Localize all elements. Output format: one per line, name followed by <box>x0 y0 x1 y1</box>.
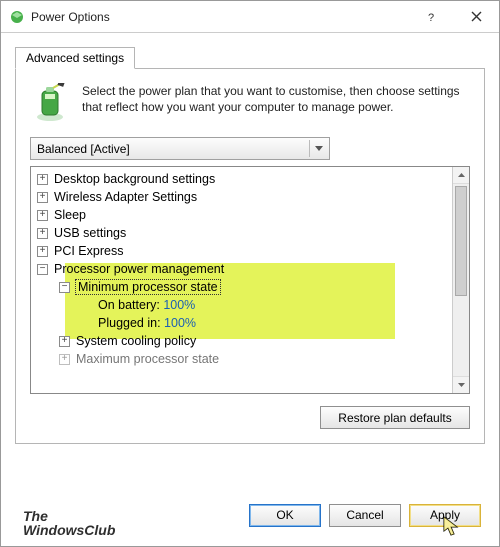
tree-value-plugged-in[interactable]: Plugged in: 100% <box>37 314 469 332</box>
tree-item-system-cooling[interactable]: + System cooling policy <box>37 332 469 350</box>
tree-label: USB settings <box>54 226 126 240</box>
window-title: Power Options <box>31 10 409 24</box>
expand-icon[interactable]: + <box>37 192 48 203</box>
intro-row: Select the power plan that you want to c… <box>30 83 470 123</box>
help-button[interactable]: ? <box>409 1 454 33</box>
restore-defaults-button[interactable]: Restore plan defaults <box>320 406 470 429</box>
spacer <box>81 318 92 329</box>
button-label: OK <box>276 508 293 522</box>
tree-item-wireless-adapter[interactable]: + Wireless Adapter Settings <box>37 188 469 206</box>
plan-select[interactable]: Balanced [Active] <box>30 137 330 160</box>
tree-label: Processor power management <box>54 262 224 276</box>
expand-icon[interactable]: + <box>37 246 48 257</box>
spacer <box>81 300 92 311</box>
value-label: On battery: <box>98 298 160 312</box>
value-label: Plugged in: <box>98 316 161 330</box>
tree-item-sleep[interactable]: + Sleep <box>37 206 469 224</box>
tree-item-pci-express[interactable]: + PCI Express <box>37 242 469 260</box>
tab-strip: Advanced settings <box>15 43 485 69</box>
value-on-battery[interactable]: 100% <box>163 298 195 312</box>
brand-line2: WindowsClub <box>23 523 115 538</box>
tree-item-min-processor-state[interactable]: − Minimum processor state <box>37 278 469 296</box>
expand-icon[interactable]: + <box>37 228 48 239</box>
chevron-down-icon <box>309 140 327 157</box>
tab-advanced-settings[interactable]: Advanced settings <box>15 47 135 69</box>
app-icon <box>9 9 25 25</box>
tree-label: System cooling policy <box>76 334 196 348</box>
tree-label: Sleep <box>54 208 86 222</box>
tree-label-selected: Minimum processor state <box>76 280 220 294</box>
collapse-icon[interactable]: − <box>59 282 70 293</box>
tab-panel: Select the power plan that you want to c… <box>15 68 485 444</box>
value-plugged-in[interactable]: 100% <box>164 316 196 330</box>
tree-item-usb-settings[interactable]: + USB settings <box>37 224 469 242</box>
button-label: Restore plan defaults <box>338 411 451 425</box>
tree-value-on-battery[interactable]: On battery: 100% <box>37 296 469 314</box>
brand-line1: The <box>23 509 115 524</box>
expand-icon[interactable]: + <box>37 210 48 221</box>
button-label: Apply <box>430 508 460 522</box>
tree-label: Desktop background settings <box>54 172 215 186</box>
close-button[interactable] <box>454 1 499 33</box>
expand-icon[interactable]: + <box>59 336 70 347</box>
intro-text: Select the power plan that you want to c… <box>82 83 470 123</box>
titlebar: Power Options ? <box>1 1 499 33</box>
tree-item-processor-power-mgmt[interactable]: − Processor power management <box>37 260 469 278</box>
tree-item-max-processor-state[interactable]: + Maximum processor state <box>37 350 469 368</box>
expand-icon[interactable]: + <box>37 174 48 185</box>
scroll-down-icon[interactable] <box>453 376 469 393</box>
ok-button[interactable]: OK <box>249 504 321 527</box>
tree-item-desktop-background[interactable]: + Desktop background settings <box>37 170 469 188</box>
expand-icon[interactable]: + <box>59 354 70 365</box>
tree-label: Maximum processor state <box>76 352 219 366</box>
button-label: Cancel <box>346 508 383 522</box>
tree-label: PCI Express <box>54 244 123 258</box>
svg-text:?: ? <box>428 12 434 23</box>
plan-select-value: Balanced [Active] <box>37 142 130 156</box>
tab-label: Advanced settings <box>26 51 124 65</box>
cancel-button[interactable]: Cancel <box>329 504 401 527</box>
watermark-brand: The WindowsClub <box>23 509 115 538</box>
collapse-icon[interactable]: − <box>37 264 48 275</box>
apply-button[interactable]: Apply <box>409 504 481 527</box>
settings-tree[interactable]: + Desktop background settings + Wireless… <box>30 166 470 394</box>
tree-label: Wireless Adapter Settings <box>54 190 197 204</box>
battery-icon <box>30 83 70 123</box>
